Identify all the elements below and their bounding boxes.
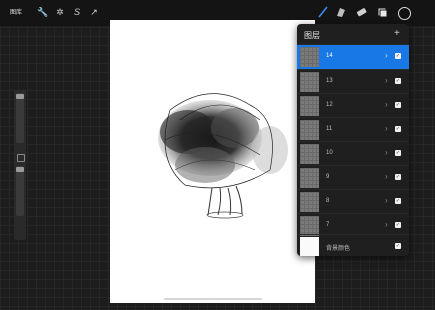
eraser-icon[interactable] bbox=[354, 5, 368, 19]
layer-thumbnail bbox=[300, 168, 319, 188]
chevron-right-icon[interactable]: › bbox=[385, 51, 388, 60]
layer-name: 7 bbox=[326, 222, 330, 228]
visibility-checkbox[interactable]: ✓ bbox=[395, 198, 401, 204]
layer-row[interactable]: 9 › ✓ bbox=[297, 165, 409, 190]
chevron-right-icon[interactable]: › bbox=[385, 148, 388, 157]
layer-name: 8 bbox=[326, 198, 330, 204]
add-layer-icon[interactable]: + bbox=[394, 28, 400, 39]
layer-name: 12 bbox=[326, 102, 333, 108]
layer-row[interactable]: 12 › ✓ bbox=[297, 93, 409, 118]
magic-wand-icon[interactable]: ✲ bbox=[54, 6, 66, 18]
opacity-thumb[interactable] bbox=[16, 167, 24, 172]
layer-thumbnail bbox=[300, 192, 319, 212]
layer-name: 10 bbox=[326, 150, 333, 156]
layer-thumbnail bbox=[300, 144, 319, 164]
layers-title: 图层 bbox=[304, 31, 320, 40]
home-indicator bbox=[164, 298, 262, 300]
visibility-checkbox[interactable]: ✓ bbox=[395, 222, 401, 228]
visibility-checkbox[interactable]: ✓ bbox=[395, 174, 401, 180]
modify-button[interactable] bbox=[17, 154, 25, 162]
color-picker-button[interactable] bbox=[398, 7, 411, 20]
layer-thumbnail bbox=[300, 47, 319, 67]
wrench-icon[interactable]: 🔧 bbox=[37, 6, 49, 18]
layer-row[interactable]: 10 › ✓ bbox=[297, 141, 409, 166]
background-color-layer[interactable]: 背景颜色 ✓ bbox=[297, 234, 409, 256]
layer-row[interactable]: 14 › ✓ bbox=[297, 44, 409, 69]
chevron-right-icon[interactable]: › bbox=[385, 100, 388, 109]
smudge-icon[interactable] bbox=[334, 5, 348, 19]
layer-thumbnail bbox=[300, 72, 319, 92]
chevron-right-icon[interactable]: › bbox=[385, 76, 388, 85]
layer-thumbnail bbox=[300, 237, 319, 256]
layer-name: 11 bbox=[326, 126, 333, 132]
layer-name: 14 bbox=[326, 53, 333, 59]
layers-panel: 图层 + 14 › ✓ 13 › ✓ 12 › ✓ 11 › ✓ 10 › ✓ … bbox=[297, 24, 409, 256]
transform-arrow-icon[interactable]: ↗ bbox=[88, 6, 100, 18]
layer-row[interactable]: 8 › ✓ bbox=[297, 189, 409, 214]
layer-thumbnail bbox=[300, 120, 319, 140]
layer-name: 13 bbox=[326, 78, 333, 84]
chevron-right-icon[interactable]: › bbox=[385, 172, 388, 181]
drawing-canvas[interactable] bbox=[110, 20, 315, 303]
visibility-checkbox[interactable]: ✓ bbox=[395, 150, 401, 156]
brush-icon[interactable] bbox=[316, 5, 330, 19]
layer-name: 背景颜色 bbox=[326, 246, 351, 252]
layers-icon[interactable] bbox=[375, 5, 389, 19]
selection-icon[interactable]: S bbox=[71, 6, 83, 18]
gallery-button[interactable]: 图库 bbox=[10, 7, 22, 16]
layer-row[interactable]: 13 › ✓ bbox=[297, 69, 409, 94]
opacity-slider[interactable] bbox=[16, 166, 24, 216]
visibility-checkbox[interactable]: ✓ bbox=[395, 53, 401, 59]
layer-name: 9 bbox=[326, 174, 330, 180]
visibility-checkbox[interactable]: ✓ bbox=[395, 102, 401, 108]
chevron-right-icon[interactable]: › bbox=[385, 124, 388, 133]
visibility-checkbox[interactable]: ✓ bbox=[395, 126, 401, 132]
drawing-artwork bbox=[158, 93, 288, 219]
layer-row[interactable]: 11 › ✓ bbox=[297, 117, 409, 142]
visibility-checkbox[interactable]: ✓ bbox=[395, 78, 401, 84]
layer-thumbnail bbox=[300, 216, 319, 236]
chevron-right-icon[interactable]: › bbox=[385, 220, 388, 229]
brush-size-slider[interactable] bbox=[16, 93, 24, 143]
brush-size-thumb[interactable] bbox=[16, 94, 24, 99]
layer-thumbnail bbox=[300, 96, 319, 116]
visibility-checkbox[interactable]: ✓ bbox=[395, 243, 401, 249]
chevron-right-icon[interactable]: › bbox=[385, 196, 388, 205]
